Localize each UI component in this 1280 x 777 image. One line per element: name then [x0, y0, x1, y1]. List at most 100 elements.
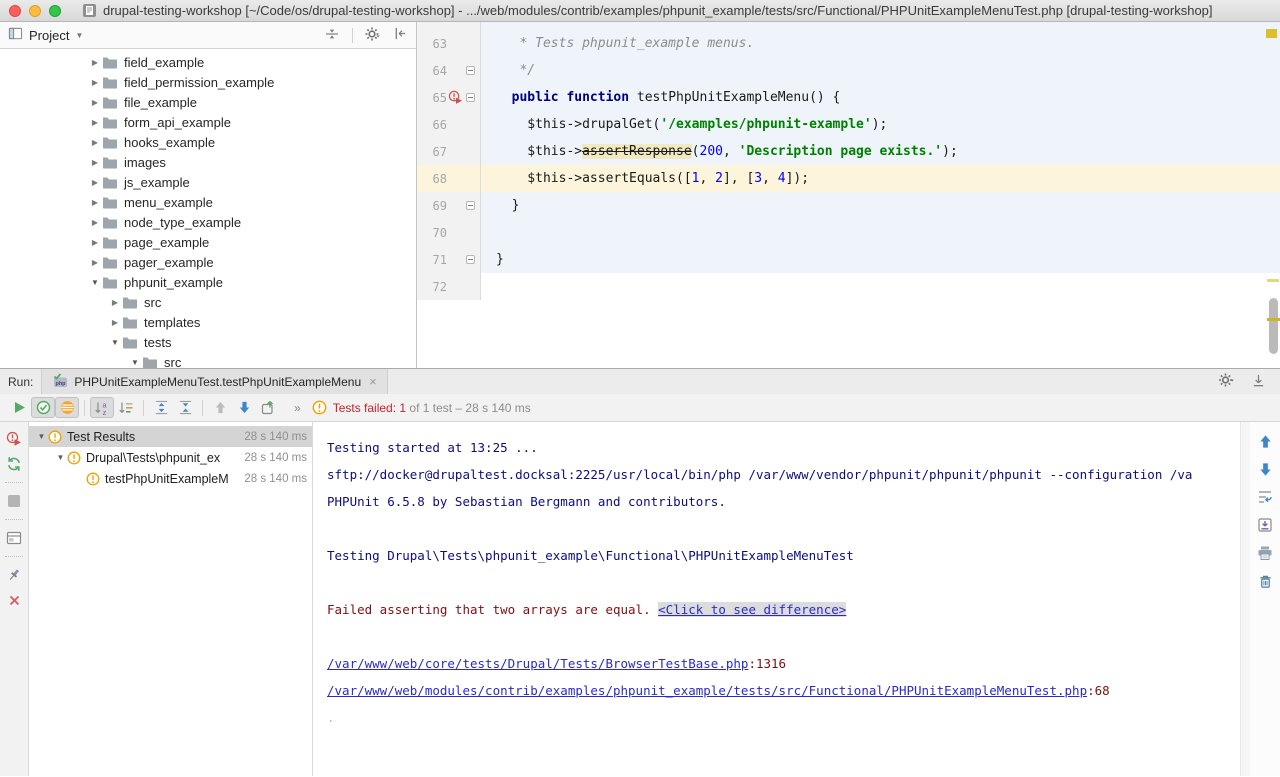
project-tree-item-hooks_example[interactable]: ▶hooks_example: [0, 132, 416, 152]
project-tree-item-form_api_example[interactable]: ▶form_api_example: [0, 112, 416, 132]
editor-line-69[interactable]: 69 }: [417, 192, 1280, 219]
up-the-stacktrace-button[interactable]: [1256, 432, 1274, 450]
inspection-status-indicator[interactable]: [1266, 29, 1277, 38]
restore-layout-button[interactable]: [5, 529, 23, 547]
expand-arrow-icon[interactable]: ▶: [108, 318, 122, 327]
project-tree-item-phpunit_example[interactable]: ▼phpunit_example: [0, 272, 416, 292]
expand-arrow-icon[interactable]: ▶: [88, 258, 102, 267]
code-fold-marker[interactable]: [464, 255, 477, 264]
expand-arrow-icon[interactable]: ▶: [88, 138, 102, 147]
sort-by-duration-button[interactable]: [114, 397, 138, 418]
stacktrace-link[interactable]: /var/www/web/modules/contrib/examples/ph…: [327, 683, 1087, 698]
next-failed-test-button[interactable]: [232, 397, 256, 418]
expand-arrow-icon[interactable]: ▶: [88, 78, 102, 87]
expand-arrow-icon[interactable]: ▶: [88, 158, 102, 167]
run-tab[interactable]: php PHPUnitExampleMenuTest.testPhpUnitEx…: [41, 369, 387, 394]
expand-arrow-icon[interactable]: ▶: [88, 238, 102, 247]
run-toolbar: az » Tests failed: 1 of 1 test – 28 s 14…: [0, 394, 1280, 422]
collapse-arrow-icon[interactable]: ▼: [128, 358, 142, 367]
sort-alphabetically-toggle[interactable]: az: [90, 397, 114, 418]
expand-arrow-icon[interactable]: ▶: [88, 98, 102, 107]
export-test-results-button[interactable]: [256, 397, 280, 418]
project-tree-item-field_permission_example[interactable]: ▶field_permission_example: [0, 72, 416, 92]
collapse-arrow-icon[interactable]: ▼: [88, 278, 102, 287]
select-opened-file-button[interactable]: [324, 26, 340, 45]
minimize-window-button[interactable]: [29, 5, 41, 17]
editor[interactable]: 63 * Tests phpunit_example menus.64 */65…: [417, 22, 1280, 368]
collapse-all-button[interactable]: [173, 397, 197, 418]
collapse-arrow-icon[interactable]: ▼: [108, 338, 122, 347]
collapse-arrow-icon[interactable]: ▼: [35, 432, 48, 441]
editor-line-68[interactable]: 68 $this->assertEquals([1, 2], [3, 4]);: [417, 165, 1280, 192]
project-tree-item-pager_example[interactable]: ▶pager_example: [0, 252, 416, 272]
test-tree-row[interactable]: testPhpUnitExampleM28 s 140 ms: [29, 468, 312, 489]
show-ignored-toggle[interactable]: [55, 397, 79, 418]
chevron-down-icon[interactable]: ▼: [75, 31, 83, 40]
test-tree-row[interactable]: ▼Test Results28 s 140 ms: [29, 426, 312, 447]
code-fold-marker[interactable]: [464, 201, 477, 210]
more-toolbar-actions[interactable]: »: [294, 401, 302, 415]
expand-arrow-icon[interactable]: ▶: [88, 218, 102, 227]
expand-arrow-icon[interactable]: ▶: [88, 118, 102, 127]
pin-tab-button[interactable]: [5, 566, 23, 584]
project-panel-title[interactable]: Project: [29, 28, 69, 43]
editor-line-63[interactable]: 63 * Tests phpunit_example menus.: [417, 30, 1280, 57]
expand-all-button[interactable]: [149, 397, 173, 418]
editor-scrollbar[interactable]: [1269, 298, 1278, 354]
collapse-arrow-icon[interactable]: ▼: [54, 453, 67, 462]
down-the-stacktrace-button[interactable]: [1256, 460, 1274, 478]
project-tree-item-menu_example[interactable]: ▶menu_example: [0, 192, 416, 212]
editor-line-65[interactable]: 65 public function testPhpUnitExampleMen…: [417, 84, 1280, 111]
folder-icon: [142, 356, 158, 369]
project-tree-item-node_type_example[interactable]: ▶node_type_example: [0, 212, 416, 232]
previous-failed-test-button[interactable]: [208, 397, 232, 418]
project-tree-item-tests[interactable]: ▼tests: [0, 332, 416, 352]
tree-item-label: js_example: [124, 175, 190, 190]
editor-line-66[interactable]: 66 $this->drupalGet('/examples/phpunit-e…: [417, 111, 1280, 138]
rerun-test-button[interactable]: [5, 455, 23, 473]
expand-arrow-icon[interactable]: ▶: [88, 178, 102, 187]
scroll-to-end-button[interactable]: [1256, 516, 1274, 534]
close-run-panel-button[interactable]: [5, 591, 23, 609]
error-stripe-mark[interactable]: [1267, 279, 1279, 282]
project-settings-gear-icon[interactable]: [365, 26, 381, 45]
project-tree-item-js_example[interactable]: ▶ js_example: [0, 172, 416, 192]
project-tree-item-src[interactable]: ▼src: [0, 352, 416, 368]
see-difference-link[interactable]: <Click to see difference>: [658, 602, 846, 617]
clear-all-button[interactable]: [1256, 572, 1274, 590]
expand-arrow-icon[interactable]: ▶: [108, 298, 122, 307]
editor-line-67[interactable]: 67 $this->assertResponse(200, 'Descripti…: [417, 138, 1280, 165]
editor-line-64[interactable]: 64 */: [417, 57, 1280, 84]
project-tree-item-templates[interactable]: ▶templates: [0, 312, 416, 332]
stacktrace-link[interactable]: /var/www/web/core/tests/Drupal/Tests/Bro…: [327, 656, 748, 671]
close-tab-icon[interactable]: ×: [369, 374, 377, 389]
expand-arrow-icon[interactable]: ▶: [88, 58, 102, 67]
rerun-failed-test-gutter-icon[interactable]: [447, 90, 464, 105]
console-scrollbar[interactable]: [1240, 422, 1250, 776]
project-tree-item-file_example[interactable]: ▶file_example: [0, 92, 416, 112]
line-number: 65: [421, 91, 447, 105]
zoom-window-button[interactable]: [49, 5, 61, 17]
test-console-output[interactable]: Testing started at 13:25 ...sftp://docke…: [313, 422, 1240, 776]
stop-button[interactable]: [5, 492, 23, 510]
test-tree-row[interactable]: ▼Drupal\Tests\phpunit_ex28 s 140 ms: [29, 447, 312, 468]
project-tree-item-field_example[interactable]: ▶field_example: [0, 52, 416, 72]
editor-line-71[interactable]: 71}: [417, 246, 1280, 273]
hide-panel-icon[interactable]: [393, 26, 408, 44]
hide-run-panel-icon[interactable]: [1251, 373, 1266, 391]
close-window-button[interactable]: [9, 5, 21, 17]
code-fold-marker[interactable]: [464, 93, 477, 102]
soft-wrap-button[interactable]: [1256, 488, 1274, 506]
run-settings-gear-icon[interactable]: [1219, 372, 1235, 391]
expand-arrow-icon[interactable]: ▶: [88, 198, 102, 207]
editor-line-72[interactable]: 72: [417, 273, 1280, 300]
code-fold-marker[interactable]: [464, 66, 477, 75]
rerun-button[interactable]: [7, 397, 31, 418]
print-button[interactable]: [1256, 544, 1274, 562]
editor-line-70[interactable]: 70: [417, 219, 1280, 246]
rerun-failed-tests-button[interactable]: [5, 430, 23, 448]
project-tree-item-images[interactable]: ▶images: [0, 152, 416, 172]
project-tree-item-src[interactable]: ▶src: [0, 292, 416, 312]
show-passed-toggle[interactable]: [31, 397, 55, 418]
project-tree-item-page_example[interactable]: ▶page_example: [0, 232, 416, 252]
